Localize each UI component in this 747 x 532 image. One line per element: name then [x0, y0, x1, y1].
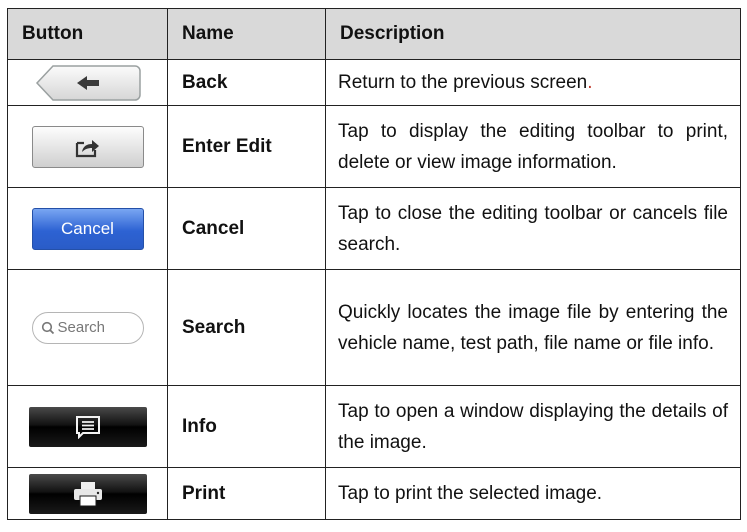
table-row-search: Search Search Quickly locates the image … [7, 269, 741, 386]
back-button[interactable] [35, 64, 141, 101]
info-list-icon [75, 415, 100, 439]
cancel-button[interactable]: Cancel [31, 207, 144, 250]
row-name: Back [167, 59, 326, 106]
row-name: Cancel [167, 187, 326, 270]
row-description: Quickly locates the image file by enteri… [325, 269, 741, 386]
share-edit-icon [75, 139, 99, 157]
row-description: Tap to close the editing toolbar or canc… [325, 187, 741, 270]
column-header-description: Description [325, 8, 741, 60]
row-name: Print [167, 467, 326, 520]
print-button[interactable] [28, 473, 147, 514]
row-description: Tap to display the editing toolbar to pr… [325, 105, 741, 188]
row-name: Search [167, 269, 326, 386]
description-period: . [587, 72, 593, 93]
info-button[interactable] [28, 406, 147, 447]
back-button-shape [35, 64, 141, 101]
column-header-name: Name [167, 8, 326, 60]
table-header-row: Button Name Description [7, 8, 741, 60]
row-description: Tap to open a window displaying the deta… [325, 385, 741, 468]
row-description: Tap to print the selected image. [325, 467, 741, 520]
search-placeholder: Search [57, 319, 106, 336]
table-row-cancel: Cancel Cancel Tap to close the editing t… [7, 187, 741, 270]
row-name: Enter Edit [167, 105, 326, 188]
row-description: Return to the previous screen. [325, 59, 741, 106]
search-icon [41, 321, 54, 334]
row-name: Info [167, 385, 326, 468]
search-input[interactable]: Search [31, 311, 144, 344]
enter-edit-button[interactable] [31, 125, 144, 168]
printer-icon [73, 481, 102, 506]
table-row-enter-edit: Enter Edit Tap to display the editing to… [7, 105, 741, 188]
table-row-print: Print Tap to print the selected image. [7, 467, 741, 520]
column-header-button: Button [7, 8, 168, 60]
table-row-back: Back Return to the previous screen. [7, 59, 741, 106]
button-reference-table: Button Name Description Back Return to t… [7, 8, 741, 520]
table-row-info: Info Tap to open a window displaying the… [7, 385, 741, 468]
